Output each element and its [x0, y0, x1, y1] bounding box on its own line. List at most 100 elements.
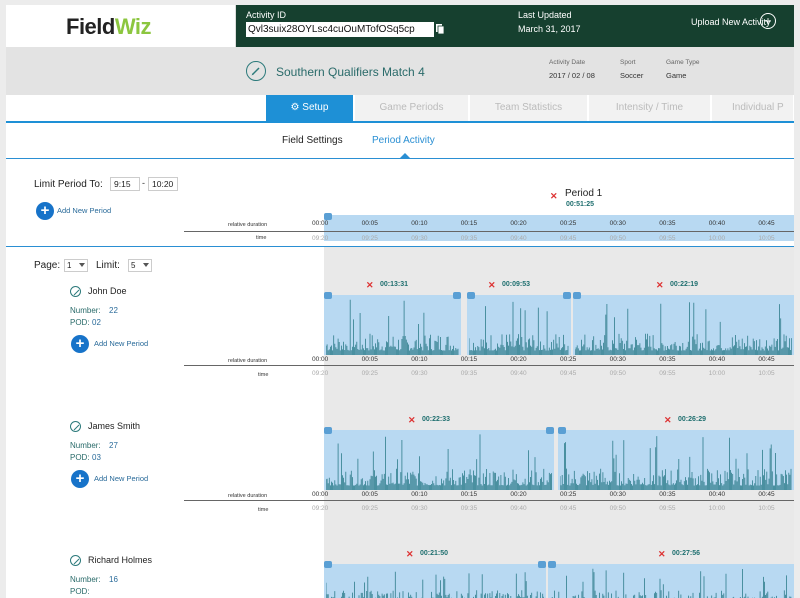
segment-end-handle[interactable] [546, 427, 554, 434]
time-tick-label: 10:00 [708, 235, 726, 242]
add-player-period-plus-icon[interactable]: + [71, 470, 89, 488]
app-header: FieldWiz Activity ID Qvl3suix28OYLsc4cuO… [6, 5, 794, 47]
time-tick-label: 09:20 [312, 370, 329, 377]
relative-tick-label: 00:15 [460, 220, 478, 227]
subtab-period-activity[interactable]: Period Activity [372, 135, 435, 146]
relative-duration-label: relative duration [228, 358, 268, 364]
time-tick-label: 10:05 [758, 235, 775, 242]
subtab-field-settings[interactable]: Field Settings [282, 135, 343, 146]
relative-tick-label: 00:25 [560, 356, 577, 363]
player-number: 27 [109, 441, 118, 450]
time-tick-label: 10:00 [708, 505, 726, 512]
logo-part-a: Field [66, 14, 115, 39]
activity-id-field[interactable]: Qvl3suix28OYLsc4cuOuMTofOSq5cp [246, 22, 434, 37]
delete-segment-icon[interactable]: ✕ [366, 280, 374, 291]
logo-part-b: Wiz [114, 14, 152, 39]
edit-player-icon[interactable] [70, 286, 81, 297]
delete-segment-icon[interactable]: ✕ [656, 280, 664, 291]
chevron-down-icon [79, 263, 85, 267]
time-tick-label: 09:25 [361, 505, 378, 512]
copy-icon[interactable] [436, 24, 444, 34]
last-updated-value: March 31, 2017 [518, 24, 581, 34]
activity-bars [575, 302, 792, 355]
segment-start-handle[interactable] [467, 292, 475, 299]
subtab-divider [6, 158, 794, 159]
delete-segment-icon[interactable]: ✕ [658, 549, 666, 560]
limit-select[interactable]: 5 [128, 259, 152, 272]
delete-segment-icon[interactable]: ✕ [406, 549, 414, 560]
add-new-period-link[interactable]: Add New Period [57, 206, 111, 215]
time-tick-label: 09:25 [361, 235, 378, 242]
relative-tick-label: 00:45 [758, 356, 775, 363]
time-axis-label: time [258, 507, 269, 513]
segment-start-handle[interactable] [558, 427, 566, 434]
edit-player-icon[interactable] [70, 421, 81, 432]
add-player-period-link[interactable]: Add New Period [94, 474, 148, 483]
relative-tick-label: 00:10 [411, 491, 428, 498]
time-tick-label: 09:50 [609, 235, 626, 242]
time-tick-label: 09:30 [411, 505, 428, 512]
period-start-handle[interactable] [324, 213, 332, 220]
activity-date-label: Activity Date [549, 59, 586, 66]
add-player-period-link[interactable]: Add New Period [94, 339, 148, 348]
player-number-label: Number: [70, 441, 101, 450]
time-tick-label: 09:20 [312, 235, 329, 242]
period-duration: 00:51:25 [566, 201, 595, 208]
time-tick-label: 09:30 [411, 235, 428, 242]
limit-from-input[interactable]: 9:15 [110, 177, 140, 191]
delete-segment-icon[interactable]: ✕ [408, 415, 416, 426]
gear-icon: ⚙ [290, 102, 300, 113]
delete-segment-icon[interactable]: ✕ [664, 415, 672, 426]
tab-intensity-time[interactable]: Intensity / Time [589, 95, 711, 121]
edit-player-icon[interactable] [70, 555, 81, 566]
player-number: 16 [109, 575, 118, 584]
upload-plus-icon[interactable]: + [760, 13, 776, 29]
activity-date-value: 2017 / 02 / 08 [549, 71, 595, 80]
segment-end-handle[interactable] [453, 292, 461, 299]
segment-start-handle[interactable] [324, 427, 332, 434]
limit-to-input[interactable]: 10:20 [148, 177, 178, 191]
segment-duration: 00:09:53 [502, 281, 531, 288]
relative-tick-label: 00:15 [460, 356, 478, 363]
player-pod-label: POD: [70, 453, 90, 462]
delete-segment-icon[interactable]: ✕ [488, 280, 496, 291]
segment-end-handle[interactable] [563, 292, 571, 299]
time-tick-label: 09:35 [460, 370, 478, 377]
tab-individual[interactable]: Individual P [712, 95, 794, 121]
chevron-down-icon [143, 263, 149, 267]
add-player-period-plus-icon[interactable]: + [71, 335, 89, 353]
time-tick-label: 09:50 [609, 370, 626, 377]
upload-activity-button[interactable]: Upload New Activity [691, 17, 771, 27]
relative-tick-label: 00:20 [510, 491, 527, 498]
page-select[interactable]: 1 [64, 259, 88, 272]
segment-start-handle[interactable] [573, 292, 581, 299]
tab-game-periods[interactable]: Game Periods [355, 95, 469, 121]
activity-title: Southern Qualifiers Match 4 [276, 65, 425, 79]
edit-icon[interactable] [246, 61, 266, 81]
segment-duration: 00:22:19 [670, 281, 699, 288]
segment-start-handle[interactable] [324, 561, 332, 568]
segment-duration: 00:21:50 [420, 550, 449, 557]
time-tick-label: 09:40 [510, 370, 527, 377]
tab-team-statistics[interactable]: Team Statistics [470, 95, 588, 121]
activity-bars [326, 434, 552, 490]
player-pod: 02 [92, 318, 101, 327]
segment-start-handle[interactable] [324, 292, 332, 299]
segment-duration: 00:27:56 [672, 550, 701, 557]
player-name: John Doe [88, 286, 127, 296]
activity-header-bar: Activity ID Qvl3suix28OYLsc4cuOuMTofOSq5… [236, 5, 794, 47]
relative-tick-label: 00:45 [758, 491, 775, 498]
add-period-plus-icon[interactable]: + [36, 202, 54, 220]
logo[interactable]: FieldWiz [6, 5, 236, 47]
delete-period-icon[interactable]: ✕ [550, 191, 558, 202]
time-tick-label: 09:55 [659, 505, 676, 512]
relative-tick-label: 00:30 [609, 491, 626, 498]
relative-tick-label: 00:25 [560, 220, 577, 227]
activity-chart [326, 434, 552, 490]
player-number-label: Number: [70, 575, 101, 584]
page-select-value: 1 [67, 261, 72, 270]
relative-tick-label: 00:00 [312, 356, 329, 363]
segment-start-handle[interactable] [548, 561, 556, 568]
segment-end-handle[interactable] [538, 561, 546, 568]
tab-setup[interactable]: ⚙ Setup [266, 95, 354, 121]
